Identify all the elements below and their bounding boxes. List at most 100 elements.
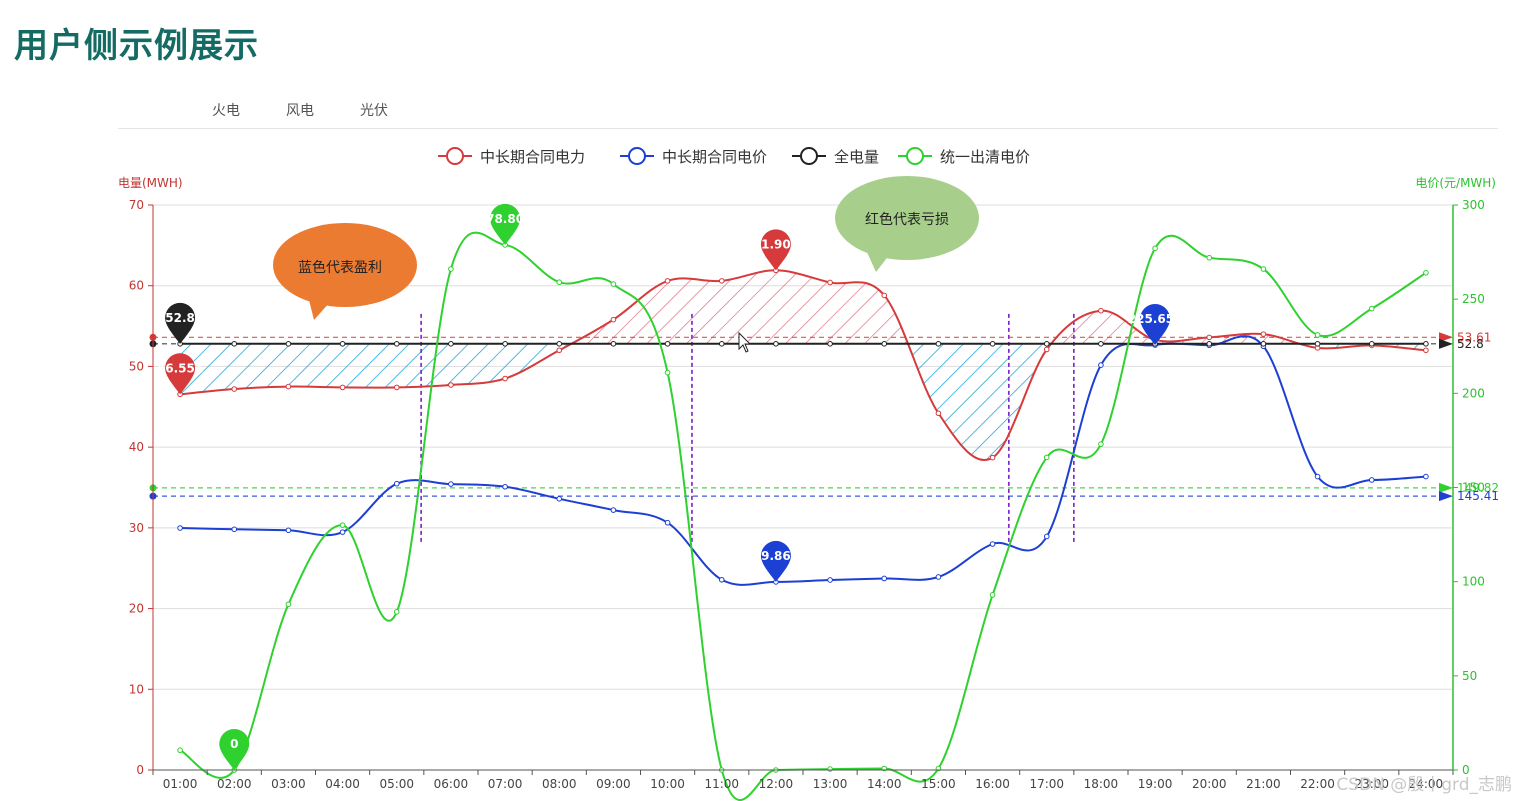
watermark: CSDN @殷丨grd_志鹏: [1336, 775, 1512, 795]
mark-line-label: 52.8: [1457, 337, 1484, 351]
left-axis-ticks: 0 10 20 30 40 50 60 70: [129, 198, 153, 777]
data-point: [339, 341, 346, 347]
x-axis: 01:00 02:00 03:00 04:00 05:00 06:00 07:00 08:00…: [152, 769, 1454, 791]
x-tick-label: 18:00: [1084, 777, 1119, 791]
x-tick-label: 05:00: [379, 777, 414, 791]
data-point: [989, 341, 996, 347]
legend-label: 中长期合同电力: [480, 148, 585, 166]
data-point: [1152, 245, 1158, 252]
x-tick-label: 20:00: [1192, 777, 1227, 791]
data-point: [610, 281, 617, 287]
right-axis-label: 电价(元/MWH): [1415, 176, 1496, 190]
legend-marker: [446, 147, 464, 165]
legend-label: 统一出清电价: [940, 148, 1030, 166]
left-tick-label: 70: [129, 198, 144, 212]
data-point: [935, 574, 942, 580]
x-tick-label: 15:00: [921, 777, 956, 791]
data-point: [285, 601, 292, 608]
x-tick-label: 12:00: [759, 777, 794, 791]
x-tick-label: 01:00: [163, 777, 198, 791]
legend-marker: [628, 147, 646, 165]
x-tick-label: 17:00: [1029, 777, 1064, 791]
data-point: [502, 375, 508, 382]
data-point: [556, 341, 563, 347]
x-tick-label: 13:00: [813, 777, 848, 791]
data-point: [664, 278, 671, 284]
data-point: [610, 341, 617, 347]
mark-line-arrow: [1439, 482, 1453, 493]
data-point: [502, 341, 508, 347]
data-point: [339, 529, 346, 535]
right-axis-ticks: 050100150200250300: [1453, 198, 1485, 777]
data-point: [610, 316, 617, 323]
data-point: [773, 341, 779, 347]
data-point: [1423, 341, 1429, 347]
data-point: [393, 480, 400, 487]
x-tick-label: 14:00: [867, 777, 902, 791]
data-point: [1043, 346, 1050, 353]
data-point: [1260, 341, 1267, 347]
right-tick-label: 250: [1462, 292, 1485, 306]
left-tick-label: 60: [129, 279, 144, 293]
data-point: [1314, 341, 1321, 347]
data-point: [556, 496, 563, 502]
data-point: [393, 384, 400, 391]
mark-point-label: 278.801: [478, 212, 533, 226]
annotation-loss: 红色代表亏损: [835, 176, 979, 272]
annotation-loss-text: 红色代表亏损: [865, 211, 949, 228]
data-point: [827, 279, 833, 286]
data-point: [827, 577, 833, 583]
data-point: [881, 341, 888, 347]
data-point: [1368, 305, 1375, 312]
data-point: [556, 279, 563, 286]
data-point: [339, 384, 346, 391]
data-point: [393, 341, 400, 347]
x-tick-label: 06:00: [434, 777, 469, 791]
data-point: [231, 341, 238, 347]
data-point: [989, 592, 996, 598]
left-tick-label: 30: [129, 521, 144, 535]
mark-point: 61.905: [753, 229, 799, 271]
data-point: [448, 266, 454, 272]
right-tick-label: 150: [1462, 481, 1485, 495]
left-tick-label: 20: [129, 602, 144, 616]
data-point: [1098, 307, 1104, 314]
data-point: [881, 575, 888, 582]
left-tick-label: 40: [129, 440, 144, 454]
data-point: [285, 527, 292, 534]
mark-point: 0: [219, 728, 250, 770]
data-point: [718, 576, 725, 583]
data-point: [339, 522, 346, 528]
data-point: [448, 341, 454, 347]
x-tick-label: 03:00: [271, 777, 306, 791]
data-point: [718, 278, 725, 284]
data-point: [1206, 254, 1213, 261]
legend-item: 全电量: [792, 147, 879, 166]
data-point: [231, 526, 238, 533]
data-point: [1098, 341, 1104, 347]
mark-point-label: 0: [230, 737, 238, 751]
x-tick-label: 07:00: [488, 777, 523, 791]
left-axis: 电量(MWH) 0 10 20 30 40 50 60 70: [118, 176, 183, 777]
data-point: [664, 519, 671, 526]
data-point: [827, 341, 833, 347]
data-point: [285, 383, 292, 390]
right-tick-label: 100: [1462, 575, 1485, 589]
line-chart: 53.6152.8149.82145.41 52.846.55161.90527…: [118, 147, 1499, 801]
data-point: [177, 747, 183, 754]
left-axis-label: 电量(MWH): [118, 176, 183, 190]
mark-point: 99.865: [753, 540, 799, 582]
data-point: [1098, 362, 1104, 368]
legend-label: 全电量: [834, 148, 879, 166]
legend-marker: [800, 147, 818, 165]
data-point: [1368, 477, 1375, 483]
data-point: [664, 369, 671, 376]
annotation-profit: 蓝色代表盈利: [273, 223, 417, 320]
x-tick-label: 22:00: [1300, 777, 1335, 791]
data-point: [1098, 441, 1104, 447]
right-tick-label: 50: [1462, 669, 1477, 683]
data-point: [1206, 334, 1213, 341]
mark-point-label: 225.657: [1128, 312, 1183, 326]
legend-label: 中长期合同电价: [662, 148, 767, 166]
data-point: [177, 525, 183, 531]
